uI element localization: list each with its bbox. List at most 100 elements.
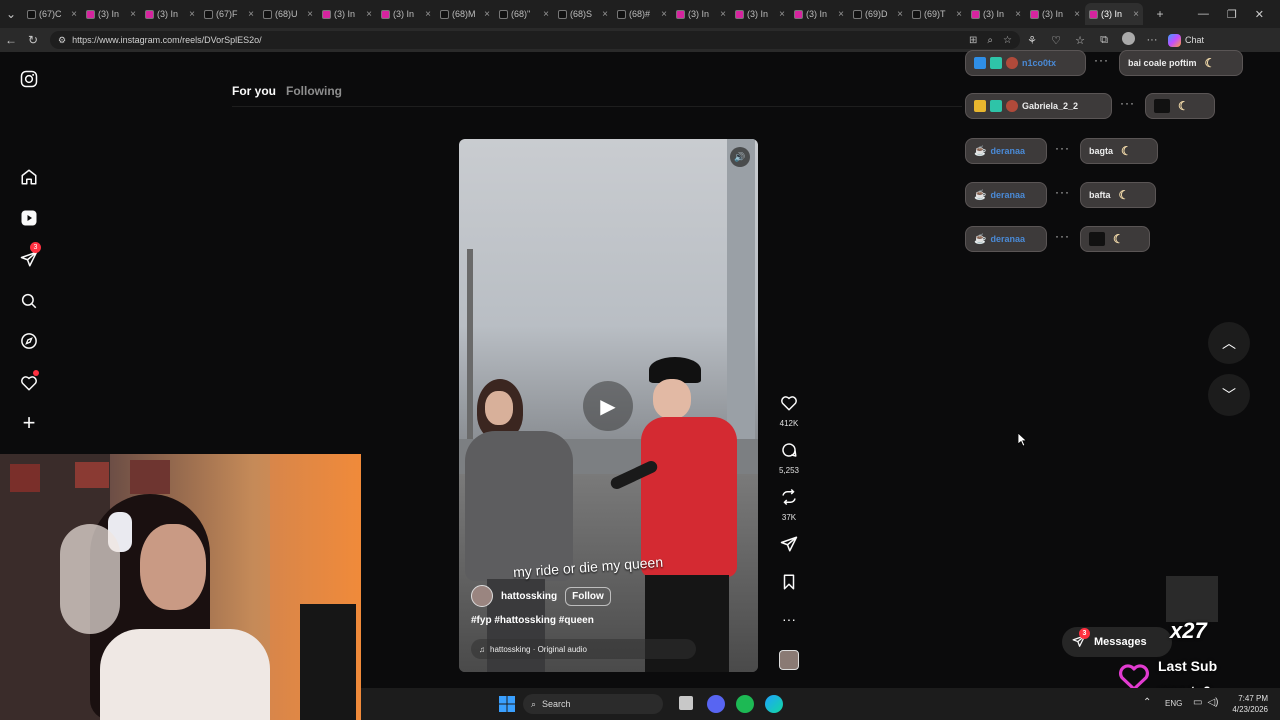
site-info-icon[interactable]: ⚙ xyxy=(58,35,66,46)
browser-tab[interactable]: (3) In × xyxy=(967,3,1025,25)
copilot-chat-button[interactable]: Chat xyxy=(1168,33,1204,47)
close-tab-icon[interactable]: × xyxy=(71,9,77,20)
browser-tab[interactable]: (3) In × xyxy=(1085,3,1143,25)
profile-avatar-icon[interactable] xyxy=(1116,32,1140,48)
close-tab-icon[interactable]: × xyxy=(897,9,903,20)
browser-tab[interactable]: (67)C × xyxy=(23,3,81,25)
close-window-icon[interactable]: ✕ xyxy=(1255,8,1264,21)
browser-tab[interactable]: (3) In × xyxy=(82,3,140,25)
browser-tab[interactable]: (68)M × xyxy=(436,3,494,25)
like-action[interactable]: 412K xyxy=(776,394,802,428)
browser-tab[interactable]: (67)F × xyxy=(200,3,258,25)
task-view-icon[interactable] xyxy=(679,696,693,710)
maximize-icon[interactable]: ❐ xyxy=(1227,8,1237,21)
instagram-logo-icon[interactable] xyxy=(18,68,40,90)
reel-hashtags[interactable]: #fyp #hattossking #queen xyxy=(471,615,594,626)
sound-toggle-icon[interactable]: 🔊 xyxy=(730,147,750,167)
search-icon[interactable] xyxy=(18,290,40,312)
browser-essentials-icon[interactable]: ♡ xyxy=(1044,34,1068,47)
back-icon[interactable]: ← xyxy=(0,33,22,47)
zoom-icon[interactable]: ⌕ xyxy=(987,35,993,46)
home-icon[interactable] xyxy=(18,166,40,188)
close-tab-icon[interactable]: × xyxy=(248,9,254,20)
close-tab-icon[interactable]: × xyxy=(484,9,490,20)
browser-tab[interactable]: (68)" × xyxy=(495,3,553,25)
repost-icon[interactable] xyxy=(776,488,802,511)
author-username[interactable]: hattossking xyxy=(501,591,557,602)
close-tab-icon[interactable]: × xyxy=(307,9,313,20)
close-tab-icon[interactable]: × xyxy=(425,9,431,20)
bookmark-icon[interactable] xyxy=(776,573,802,596)
tab-list-icon[interactable]: ⌄ xyxy=(0,7,22,21)
browser-tab[interactable]: (3) In × xyxy=(790,3,848,25)
browser-tab[interactable]: (3) In × xyxy=(672,3,730,25)
close-tab-icon[interactable]: × xyxy=(366,9,372,20)
close-tab-icon[interactable]: × xyxy=(838,9,844,20)
create-plus-icon[interactable]: + xyxy=(18,410,40,435)
extensions-icon[interactable]: ⚘ xyxy=(1020,34,1044,47)
notifications-heart-icon[interactable] xyxy=(18,370,40,394)
close-tab-icon[interactable]: × xyxy=(189,9,195,20)
heart-icon[interactable] xyxy=(776,394,802,417)
play-icon[interactable]: ▶ xyxy=(583,381,633,431)
tab-for-you[interactable]: For you xyxy=(232,84,276,98)
minimize-icon[interactable]: — xyxy=(1198,8,1209,21)
reels-icon[interactable] xyxy=(18,207,40,229)
url-bar[interactable]: ⚙ https://www.instagram.com/reels/DVorSp… xyxy=(50,31,1020,49)
volume-icon[interactable]: ◁) xyxy=(1207,697,1218,708)
comment-icon[interactable] xyxy=(776,441,802,464)
close-tab-icon[interactable]: × xyxy=(661,9,667,20)
close-tab-icon[interactable]: × xyxy=(779,9,785,20)
spotify-icon[interactable] xyxy=(736,695,754,713)
close-tab-icon[interactable]: × xyxy=(956,9,962,20)
close-tab-icon[interactable]: × xyxy=(543,9,549,20)
close-tab-icon[interactable]: × xyxy=(1015,9,1021,20)
browser-tab[interactable]: (3) In × xyxy=(731,3,789,25)
browser-tab[interactable]: (69)D × xyxy=(849,3,907,25)
app-available-icon[interactable]: ⊞ xyxy=(969,35,977,46)
network-icon[interactable]: ▭ xyxy=(1193,697,1202,708)
more-menu-icon[interactable]: ··· xyxy=(1140,34,1164,46)
browser-tab[interactable]: (68)# × xyxy=(613,3,671,25)
audio-thumbnail[interactable] xyxy=(776,650,802,670)
explore-compass-icon[interactable] xyxy=(18,330,40,352)
taskbar-clock[interactable]: 7:47 PM 4/23/2026 xyxy=(1232,693,1268,715)
browser-tab[interactable]: (68)U × xyxy=(259,3,317,25)
next-reel-button[interactable]: ﹀ xyxy=(1208,374,1250,416)
close-tab-icon[interactable]: × xyxy=(130,9,136,20)
follow-button[interactable]: Follow xyxy=(565,586,611,606)
browser-tab[interactable]: (3) In × xyxy=(1026,3,1084,25)
author-avatar[interactable] xyxy=(471,585,493,607)
language-indicator[interactable]: ENG xyxy=(1165,699,1182,708)
windows-start-icon[interactable] xyxy=(499,696,515,717)
collections-icon[interactable]: ⧉ xyxy=(1092,34,1116,47)
direct-messages-icon[interactable]: 3 xyxy=(18,242,41,270)
discord-icon[interactable] xyxy=(707,695,725,713)
previous-reel-button[interactable]: ︿ xyxy=(1208,322,1250,364)
messages-button[interactable]: 3 Messages xyxy=(1062,627,1172,657)
repost-action[interactable]: 37K xyxy=(776,488,802,522)
more-options-icon[interactable]: ··· xyxy=(776,611,802,627)
browser-tab[interactable]: (69)T × xyxy=(908,3,966,25)
browser-tab[interactable]: (68)S × xyxy=(554,3,612,25)
taskbar-search[interactable]: ⌕ Search xyxy=(523,694,663,714)
save-action[interactable] xyxy=(776,573,802,596)
browser-tab[interactable]: (3) In × xyxy=(318,3,376,25)
share-icon[interactable] xyxy=(776,535,802,558)
close-tab-icon[interactable]: × xyxy=(1074,9,1080,20)
favorites-icon[interactable]: ☆ xyxy=(1068,34,1092,47)
comment-action[interactable]: 5,253 xyxy=(776,441,802,475)
tray-chevron-icon[interactable]: ⌃ xyxy=(1143,697,1151,708)
tab-following[interactable]: Following xyxy=(286,84,342,98)
edge-browser-icon[interactable] xyxy=(765,695,783,713)
audio-thumbnail-image[interactable] xyxy=(779,650,799,670)
share-action[interactable] xyxy=(776,535,802,558)
favorite-star-icon[interactable]: ☆ xyxy=(1003,35,1012,46)
close-tab-icon[interactable]: × xyxy=(1133,9,1139,20)
audio-attribution[interactable]: ♫ hattossking · Original audio xyxy=(471,639,696,659)
reel-video[interactable]: 🔊 ▶ my ride or die my queen hattossking … xyxy=(459,139,758,672)
browser-tab[interactable]: (3) In × xyxy=(377,3,435,25)
close-tab-icon[interactable]: × xyxy=(720,9,726,20)
new-tab-icon[interactable]: + xyxy=(1149,7,1171,21)
refresh-icon[interactable]: ↻ xyxy=(22,33,44,47)
